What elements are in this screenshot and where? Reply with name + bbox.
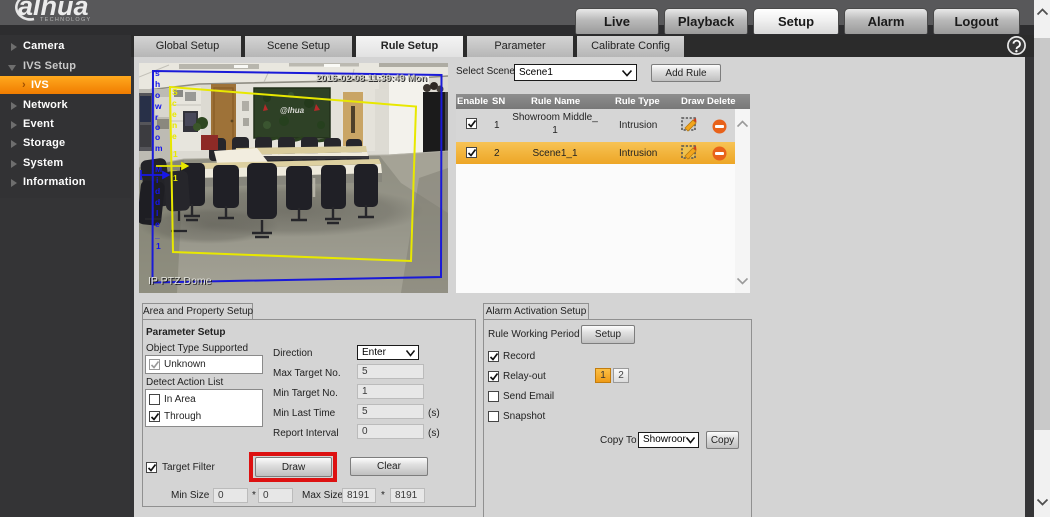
svg-text:m: m <box>155 143 163 153</box>
svg-text:o: o <box>155 132 160 142</box>
svg-text:e: e <box>155 219 160 229</box>
svg-text:o: o <box>155 122 160 132</box>
svg-text:e: e <box>172 131 177 141</box>
svg-text:s: s <box>155 68 160 78</box>
svg-text:i: i <box>156 175 158 185</box>
svg-text:IP PTZ Dome: IP PTZ Dome <box>148 275 212 287</box>
svg-text:1: 1 <box>173 149 178 159</box>
svg-text:TECHNOLOGY: TECHNOLOGY <box>40 17 92 23</box>
svg-text:e: e <box>172 109 177 119</box>
svg-text:_: _ <box>154 230 160 240</box>
svg-text:n: n <box>172 120 177 130</box>
svg-text:_: _ <box>171 162 177 172</box>
svg-text:h: h <box>155 79 160 89</box>
svg-text:2016-02-08 11:39:49 Mon: 2016-02-08 11:39:49 Mon <box>316 73 427 84</box>
svg-text:o: o <box>155 90 160 100</box>
svg-text:1: 1 <box>156 241 161 251</box>
svg-text:w: w <box>154 101 162 111</box>
svg-text:c: c <box>172 98 177 108</box>
svg-text:@lhua: @lhua <box>280 106 305 115</box>
svg-text:d: d <box>155 197 160 207</box>
svg-text:d: d <box>155 186 160 196</box>
svg-text:l: l <box>156 208 158 218</box>
svg-text:1: 1 <box>173 173 178 183</box>
svg-text:S: S <box>172 87 178 97</box>
